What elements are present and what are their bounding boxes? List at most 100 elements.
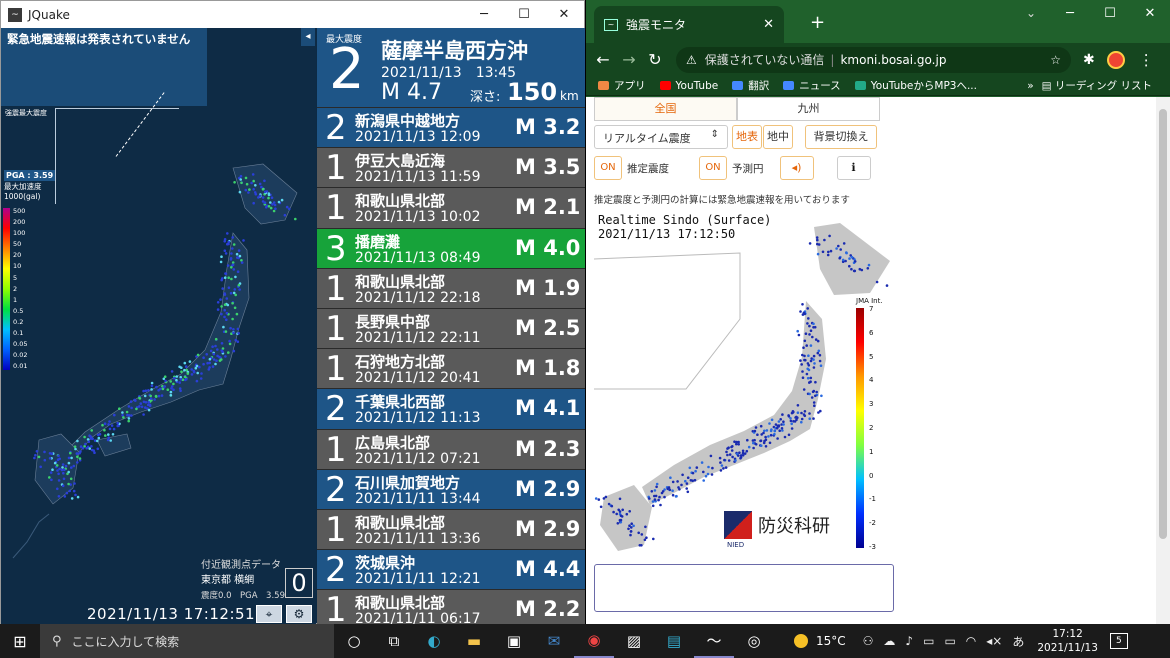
chrome-close-button[interactable]: ✕ xyxy=(1130,0,1170,30)
scrollbar-thumb[interactable] xyxy=(1159,109,1167,539)
bookmarks-more-icon[interactable]: » xyxy=(1027,80,1033,92)
task-view-icon[interactable]: ⧉ xyxy=(374,624,414,658)
jquake-titlebar[interactable]: ~ JQuake ─ ☐ ✕ xyxy=(1,1,584,28)
latest-quake-card[interactable]: 最大震度 2 薩摩半島西方沖 2021/11/13 13:45 M 4.7 深さ… xyxy=(317,28,585,107)
quake-place: 播磨灘 xyxy=(355,232,401,251)
info-icon[interactable]: ℹ xyxy=(836,156,871,180)
file-explorer-icon[interactable]: ▬ xyxy=(454,624,494,658)
jma-tick: 6 xyxy=(869,328,874,337)
quake-row[interactable]: 1 伊豆大島近海 2021/11/13 11:59 M 3.5 xyxy=(317,147,585,188)
cloud-icon[interactable]: ☁ xyxy=(883,634,895,648)
taskbar-clock[interactable]: 17:12 2021/11/13 xyxy=(1037,627,1098,655)
latest-depth-unit: km xyxy=(560,89,579,103)
prediction-circle-toggle[interactable]: ON xyxy=(699,156,727,180)
estimated-intensity-toggle[interactable]: ON xyxy=(594,156,622,180)
chrome-minimize-button[interactable]: ─ xyxy=(1050,0,1090,30)
remote-desktop-icon[interactable]: ▤ xyxy=(654,624,694,658)
mic-icon[interactable]: ♪ xyxy=(905,634,913,648)
edge-icon[interactable]: ◐ xyxy=(414,624,454,658)
people-icon[interactable]: ⚇ xyxy=(863,634,874,648)
bookmark-star-icon[interactable]: ☆ xyxy=(1050,53,1061,67)
bookmark-item[interactable]: YouTube xyxy=(659,78,718,93)
quake-row[interactable]: 2 石川県加賀地方 2021/11/11 13:44 M 2.9 xyxy=(317,468,585,510)
quake-magnitude: M 4.1 xyxy=(515,396,581,421)
quake-list[interactable]: 最大震度 2 薩摩半島西方沖 2021/11/13 13:45 M 4.7 深さ… xyxy=(317,28,585,625)
bookmark-item[interactable]: 翻訳 xyxy=(732,78,769,93)
photos-icon[interactable]: ▨ xyxy=(614,624,654,658)
notification-icon[interactable]: 5 xyxy=(1109,633,1128,649)
quake-row[interactable]: 3 播磨灘 2021/11/13 08:49 M 4.0 xyxy=(317,227,585,269)
locate-button[interactable]: ⌖ xyxy=(256,605,282,623)
forward-icon[interactable]: → xyxy=(616,50,642,69)
chat-icon[interactable]: ▭ xyxy=(923,634,934,648)
obs-icon[interactable]: ◎ xyxy=(734,624,774,658)
nearby-intensity-box: 0 xyxy=(285,568,313,598)
tab-search-chevron-icon[interactable]: ⌄ xyxy=(1026,6,1036,20)
back-icon[interactable]: ← xyxy=(590,50,616,69)
quake-row[interactable]: 1 広島県北部 2021/11/12 07:21 M 2.3 xyxy=(317,428,585,470)
new-tab-button[interactable]: + xyxy=(810,12,825,33)
quake-row[interactable]: 1 和歌山県北部 2021/11/13 10:02 M 2.1 xyxy=(317,187,585,228)
tab-kmoni[interactable]: ~ 強震モニタ ✕ xyxy=(594,6,784,43)
collapse-panel-button[interactable]: ◂ xyxy=(301,28,315,46)
close-button[interactable]: ✕ xyxy=(544,1,584,28)
sound-icon[interactable]: ◂) xyxy=(779,156,814,180)
volume-icon[interactable]: ◂× xyxy=(986,634,1002,648)
mail-icon[interactable]: ✉ xyxy=(534,624,574,658)
quake-magnitude: M 2.9 xyxy=(515,516,581,541)
quake-row[interactable]: 2 新潟県中越地方 2021/11/13 12:09 M 3.2 xyxy=(317,107,585,148)
quake-row[interactable]: 1 長野県中部 2021/11/12 22:11 M 2.5 xyxy=(317,307,585,349)
maximize-button[interactable]: ☐ xyxy=(504,1,544,28)
mode-select[interactable]: リアルタイム震度 ⇕ xyxy=(594,125,728,149)
surface-button[interactable]: 地表 xyxy=(732,125,762,149)
region-tab-national[interactable]: 全国 xyxy=(594,97,737,121)
tab-close-icon[interactable]: ✕ xyxy=(763,17,774,32)
reload-icon[interactable]: ↻ xyxy=(642,50,668,69)
intensity-map[interactable]: 緊急地震速報は発表されていません ◂ 強震最大震度 PGA : 3.59 最大加… xyxy=(1,28,316,625)
bookmark-item[interactable]: YouTubeからMP3へ... xyxy=(854,78,977,93)
not-secure-icon[interactable]: ⚠ xyxy=(686,53,697,67)
start-button[interactable]: ⊞ xyxy=(0,632,40,651)
quake-place: 長野県中部 xyxy=(355,312,431,331)
ime-indicator[interactable]: あ xyxy=(1012,633,1024,650)
background-toggle-button[interactable]: 背景切換え xyxy=(805,125,877,149)
quake-row[interactable]: 2 千葉県北西部 2021/11/12 11:13 M 4.1 xyxy=(317,388,585,429)
region-tab-kyushu[interactable]: 九州 xyxy=(737,97,880,121)
quake-row[interactable]: 1 和歌山県北部 2021/11/11 06:17 M 2.2 xyxy=(317,589,585,625)
settings-button[interactable]: ⚙ xyxy=(286,605,312,623)
eew-note: 推定震度と予測円の計算には緊急地震速報を用いております xyxy=(594,195,850,206)
underground-button[interactable]: 地中 xyxy=(763,125,793,149)
url-separator: | xyxy=(830,52,835,67)
chrome-taskbar-icon[interactable]: ◉ xyxy=(574,624,614,658)
quake-row[interactable]: 1 和歌山県北部 2021/11/11 13:36 M 2.9 xyxy=(317,508,585,550)
weather-widget[interactable]: 15°C xyxy=(794,634,846,648)
chrome-menu-icon[interactable]: ⋮ xyxy=(1139,51,1154,69)
quake-magnitude: M 2.2 xyxy=(515,597,581,622)
cortana-icon[interactable]: ○ xyxy=(334,624,374,658)
taskbar-search[interactable]: ⚲ ここに入力して検索 xyxy=(40,624,334,658)
battery-icon[interactable]: ▭ xyxy=(944,634,955,648)
store-icon[interactable]: ▣ xyxy=(494,624,534,658)
profile-avatar[interactable] xyxy=(1106,50,1125,69)
bookmark-item[interactable]: ニュース xyxy=(783,78,841,93)
reading-list-button[interactable]: ▤ リーディング リスト xyxy=(1042,78,1152,93)
bookmark-item[interactable]: アプリ xyxy=(598,78,646,93)
accel-unit: 1000(gal) xyxy=(4,192,41,201)
quake-row[interactable]: 2 茨城県沖 2021/11/11 12:21 M 4.4 xyxy=(317,549,585,590)
page-scrollbar[interactable] xyxy=(1156,97,1170,624)
quake-time: 2021/11/11 13:44 xyxy=(355,490,481,507)
scale-tick: 0.05 xyxy=(13,340,28,349)
scale-tick: 1 xyxy=(13,295,18,304)
quake-place: 和歌山県北部 xyxy=(355,192,446,211)
latest-place: 薩摩半島西方沖 xyxy=(381,39,528,63)
minimize-button[interactable]: ─ xyxy=(464,1,504,28)
bookmark-label: 翻訳 xyxy=(748,80,770,92)
extensions-icon[interactable]: ✱ xyxy=(1083,52,1095,68)
wifi-icon[interactable]: ◠ xyxy=(966,634,976,648)
jquake-taskbar-icon[interactable]: 〜 xyxy=(694,624,734,658)
quake-row[interactable]: 1 石狩地方北部 2021/11/12 20:41 M 1.8 xyxy=(317,348,585,389)
chrome-maximize-button[interactable]: ☐ xyxy=(1090,0,1130,30)
quake-row[interactable]: 1 和歌山県北部 2021/11/12 22:18 M 1.9 xyxy=(317,267,585,309)
chrome-tabstrip: ~ 強震モニタ ✕ + ⌄ ─ ☐ ✕ xyxy=(586,0,1170,43)
omnibox[interactable]: ⚠ 保護されていない通信 | kmoni.bosai.go.jp ☆ xyxy=(676,46,1071,73)
